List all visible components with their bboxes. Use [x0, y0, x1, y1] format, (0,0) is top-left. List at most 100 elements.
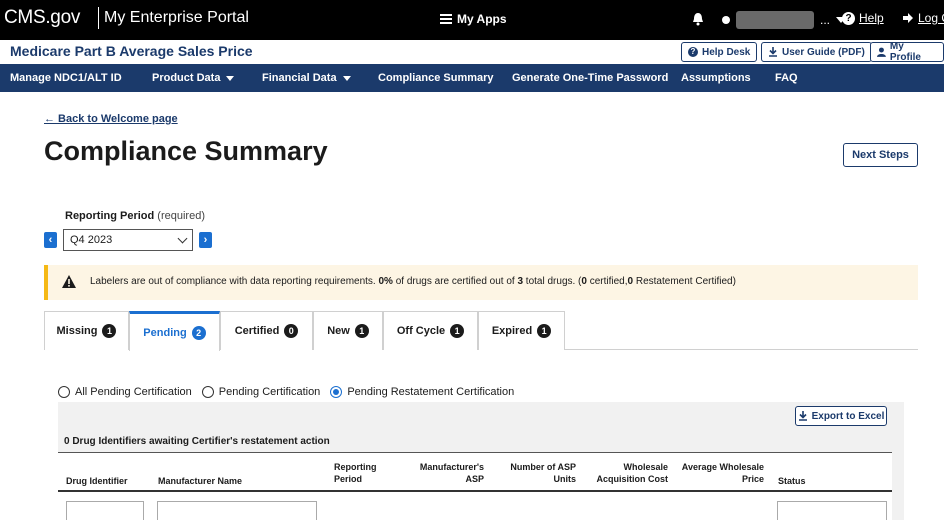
user-guide-label: User Guide (PDF) [782, 46, 865, 58]
col-reporting-period[interactable]: Reporting Period [334, 461, 377, 485]
logout-label: Log Out [918, 11, 944, 25]
download-icon [798, 411, 807, 421]
tab-label: New [327, 325, 350, 337]
nav-label: Financial Data [262, 72, 337, 84]
manufacturer-name-filter-input[interactable] [157, 501, 317, 520]
tab-expired[interactable]: Expired 1 [478, 311, 565, 350]
next-steps-button[interactable]: Next Steps [843, 143, 918, 167]
help-desk-button[interactable]: ? Help Desk [681, 42, 758, 62]
radio-circle-selected[interactable] [330, 386, 343, 398]
reporting-period-select[interactable]: Q4 2023 [63, 229, 193, 251]
col-asp-units[interactable]: Number of ASP Units [502, 461, 576, 485]
drug-identifier-filter-input[interactable] [66, 501, 144, 520]
compliance-alert: Labelers are out of compliance with data… [44, 265, 918, 300]
nav-product-data[interactable]: Product Data [152, 72, 235, 84]
radio-pending-restatement[interactable]: Pending Restatement Certification [330, 386, 514, 398]
cms-logo[interactable]: CMS.gov [4, 7, 80, 29]
my-apps-label: My Apps [457, 12, 507, 26]
col-manufacturer-asp[interactable]: Manufacturer's ASP [412, 461, 484, 485]
radio-circle[interactable] [58, 386, 70, 398]
back-link[interactable]: ← Back to Welcome page [44, 113, 178, 125]
logout-link[interactable]: Log Out [903, 11, 944, 25]
alert-text: certified, [586, 276, 628, 287]
radio-circle[interactable] [201, 386, 214, 398]
tab-certified[interactable]: Certified 0 [220, 311, 313, 350]
tab-missing[interactable]: Missing 1 [44, 311, 129, 350]
user-icon [877, 47, 886, 57]
nav-financial-data[interactable]: Financial Data [262, 72, 351, 84]
portal-name: My Enterprise Portal [104, 9, 249, 26]
nav-manage-ndc[interactable]: Manage NDC1/ALT ID [10, 72, 122, 84]
header-line: Price [741, 474, 764, 484]
count-badge: 1 [450, 324, 465, 338]
count-badge: 1 [354, 324, 369, 338]
next-period-button[interactable]: › [199, 232, 212, 248]
tab-label: Pending [143, 326, 187, 339]
main-nav: Manage NDC1/ALT ID Product Data Financia… [0, 64, 944, 92]
header-line: Average Wholesale [681, 462, 764, 472]
my-apps-button[interactable]: My Apps [440, 12, 507, 26]
col-drug-identifier[interactable]: Drug Identifier [66, 475, 128, 487]
radio-all-pending[interactable]: All Pending Certification [58, 386, 192, 398]
nav-faq[interactable]: FAQ [775, 72, 798, 84]
user-avatar-icon [722, 16, 730, 24]
radio-pending-certification[interactable]: Pending Certification [201, 386, 321, 398]
tab-label: Missing [56, 325, 98, 337]
awaiting-count-text: 0 Drug Identifiers awaiting Certifier's … [64, 436, 330, 447]
col-wholesale-acquisition-cost[interactable]: Wholesale Acquisition Cost [588, 461, 669, 485]
col-status[interactable]: Status [778, 475, 806, 487]
logout-icon [903, 13, 913, 23]
download-icon [769, 47, 777, 57]
tab-off-cycle[interactable]: Off Cycle 1 [383, 311, 478, 350]
nav-label: Manage NDC1/ALT ID [10, 72, 122, 84]
reporting-period-label-text: Reporting Period [65, 210, 155, 222]
status-filter-input[interactable] [777, 501, 887, 520]
help-label: Help [859, 11, 884, 25]
tab-label: Expired [491, 325, 533, 337]
user-guide-button[interactable]: User Guide (PDF) [761, 42, 872, 62]
radio-label: Pending Restatement Certification [347, 386, 515, 398]
tab-pending[interactable]: Pending 2 [129, 311, 220, 351]
header-line: Manufacturer's [419, 462, 484, 472]
caret-down-icon [226, 75, 235, 81]
header-line: Wholesale [623, 462, 668, 472]
alert-text: of drugs are certified out of [392, 276, 518, 287]
nav-assumptions[interactable]: Assumptions [681, 72, 751, 84]
nav-compliance-summary[interactable]: Compliance Summary [378, 72, 494, 84]
count-badge: 1 [102, 324, 117, 338]
header-line: ASP [465, 474, 484, 484]
alert-message: Labelers are out of compliance with data… [90, 276, 736, 287]
nav-generate-otp[interactable]: Generate One-Time Password [512, 72, 668, 84]
divider [98, 7, 99, 29]
header-line: Reporting [334, 462, 377, 472]
alert-text: Restatement Certified) [633, 276, 736, 287]
header-line: Acquisition Cost [596, 474, 669, 484]
count-badge: 0 [284, 324, 299, 338]
nav-label: Product Data [152, 72, 221, 84]
page-title: Compliance Summary [44, 136, 328, 166]
help-link[interactable]: ? Help [842, 11, 884, 25]
header-divider [58, 490, 892, 492]
nav-label: FAQ [775, 72, 798, 84]
warning-icon [62, 275, 76, 288]
drug-table: Drug Identifier Manufacturer Name Report… [58, 452, 892, 520]
status-tabs: Missing 1 Pending 2 Certified 0 New 1 Off Cy… [44, 311, 918, 351]
count-badge: 1 [537, 324, 552, 338]
export-to-excel-button[interactable]: Export to Excel [795, 406, 887, 426]
user-menu[interactable]: ... [722, 11, 847, 29]
radio-label: Pending Certification [218, 386, 321, 398]
tab-label: Certified [234, 325, 280, 337]
my-profile-button[interactable]: My Profile [870, 41, 944, 63]
global-header: CMS.gov My Enterprise Portal My Apps ...… [0, 0, 944, 40]
bell-icon[interactable] [692, 12, 704, 26]
prev-period-button[interactable]: ‹ [44, 232, 57, 248]
col-manufacturer-name[interactable]: Manufacturer Name [158, 475, 242, 487]
app-title[interactable]: Medicare Part B Average Sales Price [10, 43, 253, 59]
alert-text: total drugs. ( [523, 276, 582, 287]
header-line: Period [334, 474, 363, 484]
nav-label: Assumptions [681, 72, 751, 84]
header-line: Number of ASP [510, 462, 576, 472]
col-average-wholesale-price[interactable]: Average Wholesale Price [680, 461, 764, 485]
question-icon: ? [688, 47, 698, 57]
tab-new[interactable]: New 1 [313, 311, 383, 350]
